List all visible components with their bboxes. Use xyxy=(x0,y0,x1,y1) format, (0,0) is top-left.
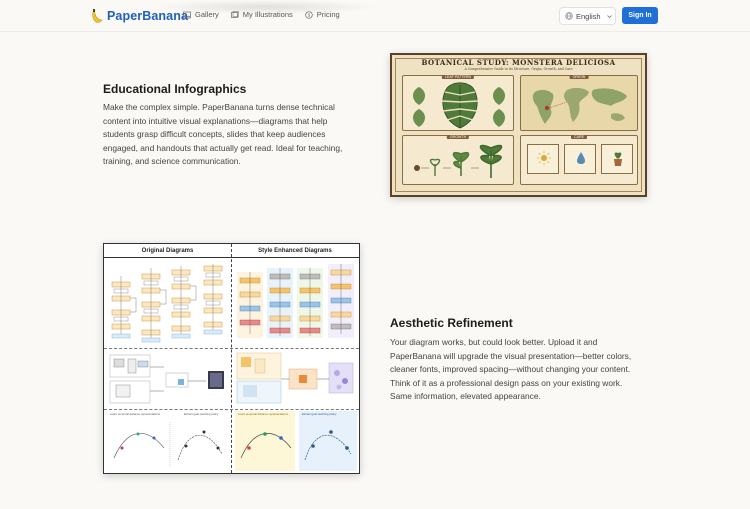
language-selector[interactable]: English xyxy=(559,7,616,25)
enhanced-architecture-diagrams xyxy=(237,264,354,338)
body-line: training, and science communication. xyxy=(103,156,241,167)
column-divider xyxy=(231,244,232,473)
chevron-down-icon xyxy=(606,14,612,18)
nav-pricing[interactable]: $ Pricing xyxy=(305,10,340,19)
panel-label: ORIGIN xyxy=(569,75,589,79)
row-divider xyxy=(104,348,359,349)
botanical-infographic-image: BOTANICAL STUDY: MONSTERA DELICIOSA A Co… xyxy=(390,53,647,197)
panel-label: LEAF PATTERN xyxy=(441,75,475,79)
care-card xyxy=(527,144,559,174)
body-line: students grasp difficult concepts, slide… xyxy=(103,129,326,140)
panel-growth: GROWTH xyxy=(402,135,514,185)
body-line: Your diagram works, but could look bette… xyxy=(390,337,598,347)
body-line: cleaner fonts, improved spacing—without … xyxy=(390,364,631,375)
water-drop-icon xyxy=(577,152,585,164)
monstera-leaf-icon xyxy=(441,82,479,129)
section-body-aesthetic: Your diagram works, but could look bette… xyxy=(390,336,650,404)
row3-left-label-a: Learn temporal distance representations xyxy=(110,412,161,416)
row-divider xyxy=(104,409,359,410)
world-map-icon xyxy=(532,87,627,124)
nav-pricing-label: Pricing xyxy=(316,10,340,19)
banana-logo-icon xyxy=(92,9,103,23)
row3-left-label-b: Extract goal-reaching policy xyxy=(184,412,219,416)
brand-name: PaperBanana xyxy=(107,9,188,23)
section-title-aesthetic: Aesthetic Refinement xyxy=(390,316,513,330)
section-title-educational: Educational Infographics xyxy=(103,82,247,96)
original-architecture-diagrams xyxy=(111,264,223,343)
body-line: PaperBanana will upgrade the visual pres… xyxy=(390,350,632,361)
right-header: Style Enhanced Diagrams xyxy=(231,244,359,258)
top-navbar: PaperBanana Gallery My Illustrations $ P… xyxy=(0,0,750,32)
small-leaf-icon xyxy=(493,109,505,127)
botanical-subtitle: A Comprehensive Guide to its Structure, … xyxy=(464,67,573,71)
enhanced-pipeline-diagram xyxy=(236,352,354,404)
dollar-icon: $ xyxy=(305,10,313,19)
svg-text:$: $ xyxy=(307,12,310,18)
panel-origin: ORIGIN xyxy=(520,75,638,131)
main-nav: Gallery My Illustrations $ Pricing xyxy=(183,10,340,19)
nav-gallery-label: Gallery xyxy=(195,10,219,19)
care-card xyxy=(601,144,633,174)
panel-label: GROWTH xyxy=(446,135,470,139)
nav-my-illustrations-label: My Illustrations xyxy=(242,10,293,19)
body-line: Make the complex simple. PaperBanana tur… xyxy=(103,102,335,112)
section-body-educational: Make the complex simple. PaperBanana tur… xyxy=(103,101,363,169)
left-header: Original Diagrams xyxy=(104,244,231,258)
image-icon xyxy=(183,11,191,18)
body-line: Same information, elevated appearance. xyxy=(390,391,541,402)
growth-stages-icon xyxy=(414,144,503,178)
care-card xyxy=(564,144,596,174)
enhanced-distance-diagram xyxy=(240,430,352,461)
nav-my-illustrations[interactable]: My Illustrations xyxy=(230,10,293,19)
nav-gallery[interactable]: Gallery xyxy=(183,10,219,19)
row3-right-label-a: Learn temporal distance representations xyxy=(238,412,289,416)
pot-plant-icon xyxy=(614,152,622,166)
globe-icon xyxy=(565,12,573,20)
sign-in-button[interactable]: Sign In xyxy=(622,7,658,24)
botanical-title: BOTANICAL STUDY: MONSTERA DELICIOSA xyxy=(421,58,616,67)
body-line: engaged, and handouts that actually get … xyxy=(103,142,343,153)
body-line: content into intuitive visual explanatio… xyxy=(103,115,328,126)
original-pipeline-diagram xyxy=(109,354,224,404)
panel-leaf-pattern: LEAF PATTERN xyxy=(402,75,514,131)
panel-care: CARE xyxy=(520,135,638,185)
sun-icon xyxy=(537,151,551,165)
body-line: Think of it as a professional design pas… xyxy=(390,377,623,388)
brand-logo[interactable]: PaperBanana xyxy=(90,8,188,24)
small-leaf-icon xyxy=(493,87,505,105)
panel-label: CARE xyxy=(571,135,587,139)
diagram-comparison-image: Original Diagrams Style Enhanced Diagram… xyxy=(103,243,360,474)
gallery-icon xyxy=(230,10,239,18)
small-leaf-icon xyxy=(413,109,425,127)
original-distance-diagram xyxy=(113,422,223,468)
language-value: English xyxy=(576,11,601,21)
row3-right-label-b: Extract goal-reaching policy xyxy=(302,412,337,416)
small-leaf-icon xyxy=(413,87,425,105)
